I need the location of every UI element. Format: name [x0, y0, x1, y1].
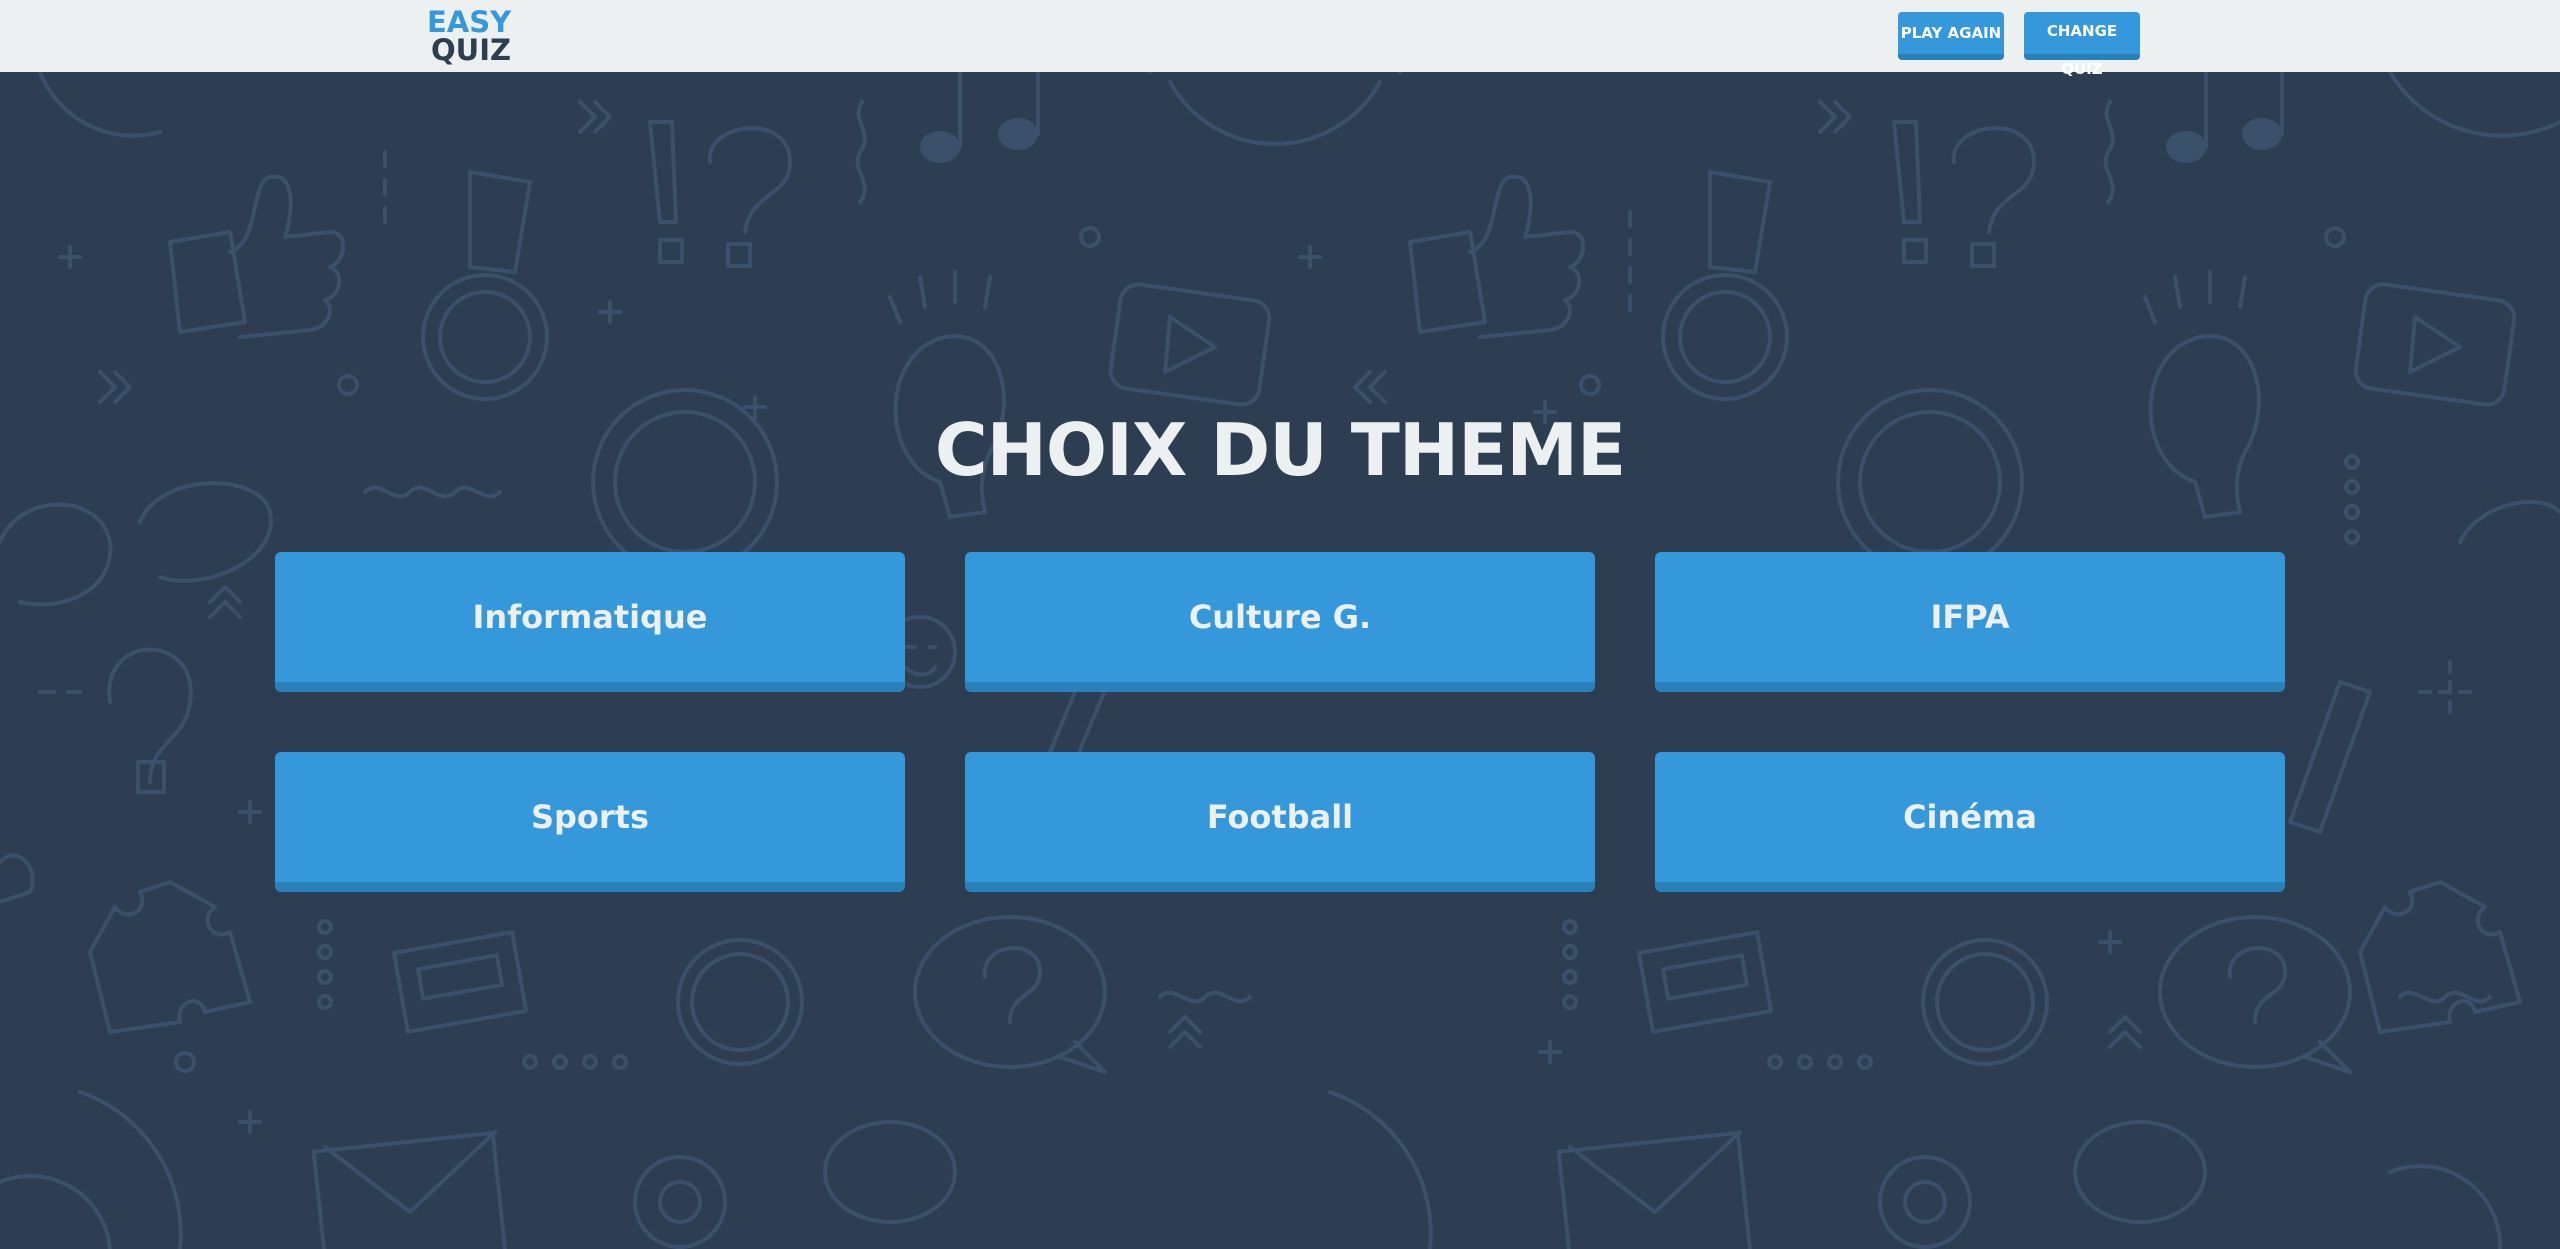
page-title: CHOIX DU THEME: [934, 408, 1626, 492]
theme-button-culture-g[interactable]: Culture G.: [965, 552, 1595, 692]
theme-button-sports[interactable]: Sports: [275, 752, 905, 892]
theme-button-football[interactable]: Football: [965, 752, 1595, 892]
change-quiz-button[interactable]: CHANGE QUIZ: [2024, 12, 2140, 78]
globe-bottom-icon: [0, 1090, 2503, 1249]
theme-button-ifpa[interactable]: IFPA: [1655, 552, 2285, 692]
speech-bubble-icon: [823, 915, 2352, 1224]
logo-line-quiz: QUIZ: [431, 33, 512, 67]
theme-selection-area: CHOIX DU THEME Informatique Culture G. I…: [0, 72, 2560, 1249]
play-again-button[interactable]: PLAY AGAIN: [1898, 12, 2004, 60]
theme-button-informatique[interactable]: Informatique: [275, 552, 905, 692]
play-video-icon: [1108, 282, 2517, 407]
envelope-icon: [311, 1130, 1754, 1249]
easy-quiz-logo[interactable]: EASY QUIZ: [427, 8, 512, 67]
thumbs-up-icon: [168, 174, 1586, 339]
theme-button-cinema[interactable]: Cinéma: [1655, 752, 2285, 892]
top-navbar: EASY QUIZ PLAY AGAIN CHANGE QUIZ: [0, 0, 2560, 78]
